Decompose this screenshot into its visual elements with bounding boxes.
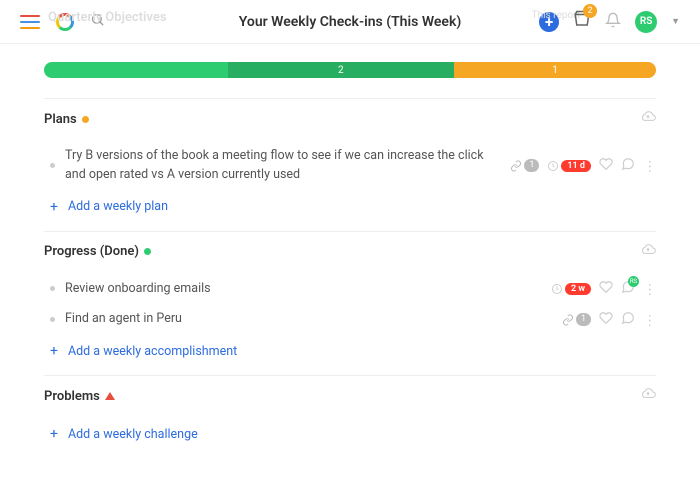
- date-badge[interactable]: 11 d: [547, 160, 591, 172]
- item-actions: 1 ⋯: [562, 311, 656, 329]
- avatar-caret-icon[interactable]: ▼: [671, 16, 680, 27]
- progress-item: Review onboarding emails 2 w RS ⋯: [44, 274, 656, 305]
- item-actions: 1 11 d ⋯: [510, 157, 656, 175]
- link-badge[interactable]: 1: [562, 313, 591, 326]
- progress-seg-3: 1: [454, 62, 656, 78]
- progress-seg-1: [44, 62, 228, 78]
- problems-title: Problems: [44, 389, 100, 404]
- basket-badge: 2: [583, 4, 597, 18]
- plan-item: Try B versions of the book a meeting flo…: [44, 141, 656, 191]
- progress-title: Progress (Done): [44, 244, 139, 259]
- progress-header: Progress (Done): [44, 244, 656, 260]
- more-icon[interactable]: ⋯: [642, 313, 658, 326]
- bullet-icon: [50, 317, 55, 322]
- bullet-icon: [50, 286, 55, 291]
- comment-icon[interactable]: [621, 311, 635, 329]
- heart-icon[interactable]: [599, 311, 613, 329]
- link-badge[interactable]: 1: [510, 159, 539, 172]
- comment-icon[interactable]: RS: [621, 280, 635, 298]
- progress-item-text[interactable]: Find an agent in Peru: [65, 310, 552, 329]
- cloud-icon[interactable]: [640, 111, 656, 127]
- plans-header: Plans: [44, 111, 656, 127]
- progress-seg-2: 2: [228, 62, 454, 78]
- date-badge[interactable]: 2 w: [551, 283, 591, 295]
- heart-icon[interactable]: [599, 280, 613, 298]
- progress-dot-icon: [144, 248, 151, 255]
- more-icon[interactable]: ⋯: [642, 282, 658, 295]
- plans-dot-icon: [82, 116, 89, 123]
- add-plan-label: Add a weekly plan: [68, 199, 168, 214]
- problems-header: Problems: [44, 388, 656, 404]
- heart-icon[interactable]: [599, 157, 613, 175]
- item-actions: 2 w RS ⋯: [551, 280, 656, 298]
- more-icon[interactable]: ⋯: [642, 159, 658, 172]
- section-problems: Problems + Add a weekly challenge: [44, 375, 656, 458]
- page-title: Your Weekly Check-ins (This Week): [239, 14, 462, 30]
- app-header: Quarterly Objectives This report Your We…: [0, 0, 700, 44]
- section-plans: Plans Try B versions of the book a meeti…: [44, 98, 656, 231]
- plus-icon: +: [50, 343, 58, 359]
- ghost-quarterly: Quarterly Objectives: [48, 10, 167, 25]
- section-progress: Progress (Done) Review onboarding emails…: [44, 231, 656, 376]
- add-accomplishment-link[interactable]: + Add a weekly accomplishment: [50, 335, 656, 365]
- plus-icon: +: [50, 199, 58, 215]
- comment-icon[interactable]: [621, 157, 635, 175]
- add-accomplishment-label: Add a weekly accomplishment: [68, 344, 237, 359]
- progress-item-text[interactable]: Review onboarding emails: [65, 280, 541, 299]
- plans-title: Plans: [44, 112, 77, 127]
- menu-icon[interactable]: [20, 15, 40, 29]
- avatar[interactable]: RS: [635, 11, 657, 33]
- cloud-icon[interactable]: [640, 244, 656, 260]
- bell-icon[interactable]: [605, 12, 621, 32]
- main-content: 2 1 Plans Try B versions of the book a m…: [0, 62, 700, 458]
- add-plan-link[interactable]: + Add a weekly plan: [50, 191, 656, 221]
- add-challenge-label: Add a weekly challenge: [68, 427, 198, 442]
- basket-icon[interactable]: 2: [573, 10, 591, 33]
- progress-bar: 2 1: [44, 62, 656, 78]
- progress-item: Find an agent in Peru 1 ⋯: [44, 304, 656, 335]
- cloud-icon[interactable]: [640, 388, 656, 404]
- plus-icon: +: [50, 426, 58, 442]
- problems-triangle-icon: [105, 392, 115, 400]
- add-challenge-link[interactable]: + Add a weekly challenge: [50, 418, 656, 448]
- plan-item-text[interactable]: Try B versions of the book a meeting flo…: [65, 147, 500, 185]
- bullet-icon: [50, 163, 55, 168]
